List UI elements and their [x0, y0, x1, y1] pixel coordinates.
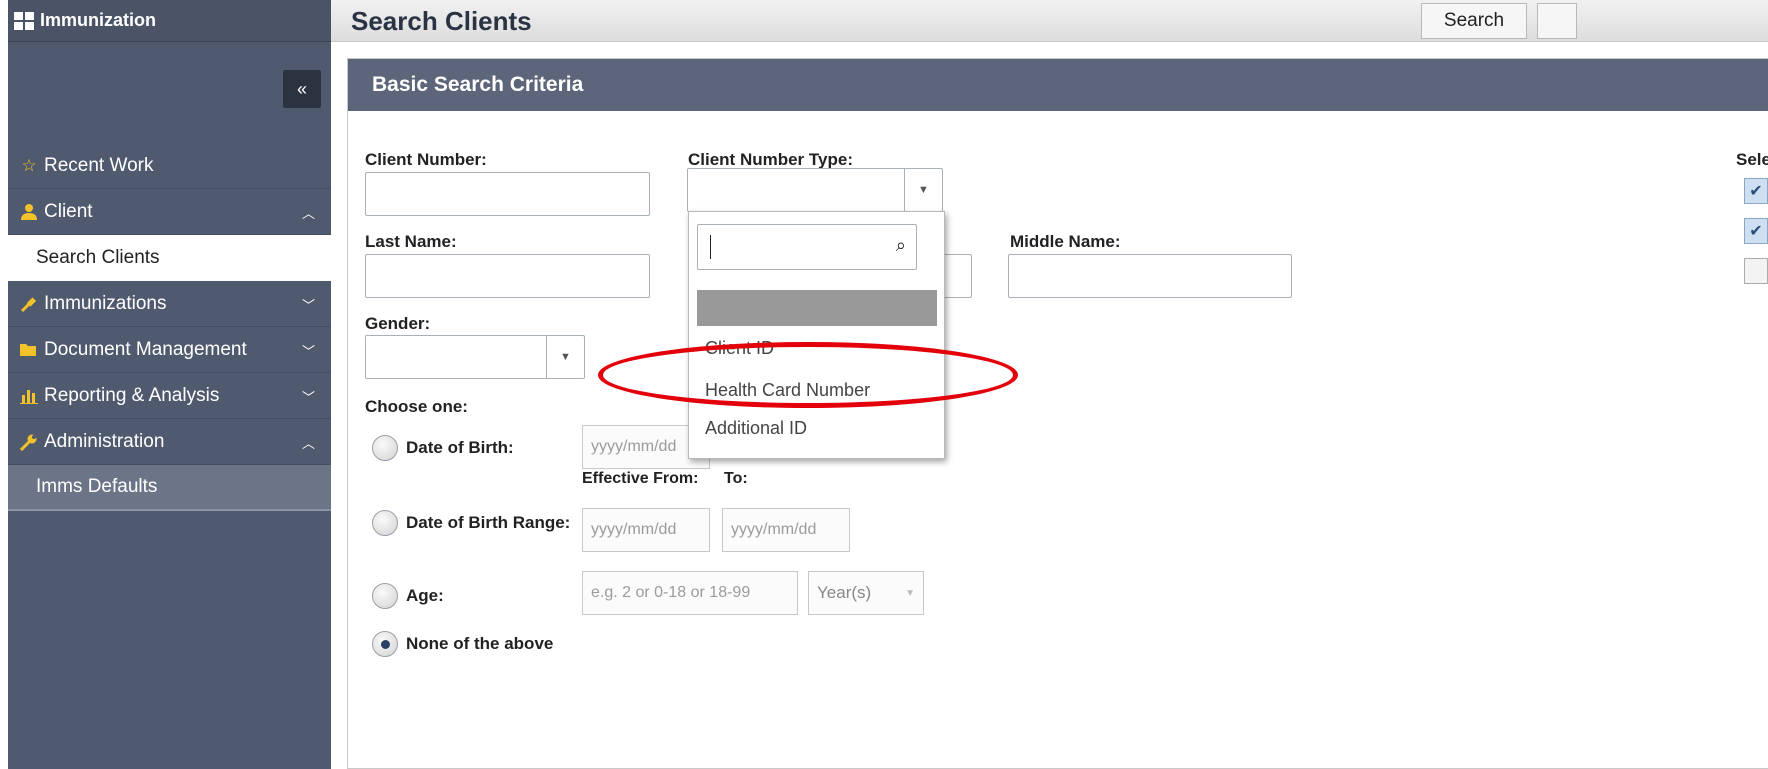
text-cursor	[710, 235, 711, 259]
check-icon: ✔	[1749, 183, 1763, 200]
choose-one-label: Choose one:	[365, 397, 468, 416]
sidebar-item-label: Search Clients	[36, 247, 160, 268]
sidebar-item-reporting-analysis[interactable]: Reporting & Analysis ﹀	[8, 373, 331, 419]
sidebar-item-label: Client	[44, 200, 93, 222]
chevron-down-icon: ﹀	[301, 344, 315, 359]
sidebar-item-administration[interactable]: Administration ︿	[8, 419, 331, 465]
title-bar: Search Clients Search	[331, 0, 1768, 42]
age-unit-value: Year(s)	[817, 583, 872, 602]
page-title: Search Clients	[351, 6, 532, 36]
folder-icon	[18, 342, 40, 357]
client-number-input[interactable]	[365, 172, 650, 216]
star-outline-icon: ☆	[21, 155, 37, 175]
sidebar-item-imms-defaults[interactable]: Imms Defaults	[8, 465, 331, 511]
chevron-down-icon: ﹀	[301, 390, 315, 405]
dob-range-radio[interactable]	[372, 510, 398, 536]
sidebar-item-label: Document Management	[44, 338, 247, 360]
age-unit-select[interactable]: Year(s) ▼	[808, 571, 924, 615]
toolbar-button[interactable]	[1537, 3, 1577, 39]
dob-label: Date of Birth:	[406, 438, 514, 457]
left-margin	[0, 0, 8, 769]
dropdown-option-client-id[interactable]: Client ID	[705, 338, 774, 359]
person-icon	[18, 203, 40, 220]
sidebar-item-client[interactable]: Client ︿	[8, 189, 331, 235]
checkbox-1[interactable]: ✔	[1744, 178, 1768, 204]
syringe-icon	[18, 295, 40, 313]
middle-name-input[interactable]	[1008, 254, 1292, 298]
sidebar-item-label: Imms Defaults	[36, 476, 158, 497]
sidebar-item-recent-work[interactable]: ☆ Recent Work	[8, 143, 331, 189]
sidebar-nav: ☆ Recent Work Client ︿ Search Clients Im…	[8, 143, 331, 511]
client-number-type-label: Client Number Type:	[688, 150, 853, 169]
gender-select[interactable]: ▼	[365, 335, 585, 379]
checkbox-2[interactable]: ✔	[1744, 218, 1768, 244]
client-number-label: Client Number:	[365, 150, 487, 169]
dropdown-search-input[interactable]: ⌕	[697, 224, 917, 270]
sidebar: Immunization « ☆ Recent Work Client ︿ Se…	[8, 0, 331, 769]
effective-from-label: Effective From:	[582, 470, 699, 487]
client-number-type-dropdown: ⌕ Client ID Health Card Number Additiona…	[688, 211, 945, 459]
last-name-input[interactable]	[365, 254, 650, 298]
sidebar-item-label: Administration	[44, 430, 165, 452]
dropdown-option-health-card-number[interactable]: Health Card Number	[705, 380, 870, 401]
sidebar-item-search-clients[interactable]: Search Clients	[8, 235, 331, 281]
age-label: Age:	[406, 586, 444, 605]
app-header: Immunization	[8, 0, 331, 42]
sidebar-item-label: Recent Work	[44, 154, 154, 176]
grid-icon	[14, 11, 34, 30]
sidebar-item-label: Reporting & Analysis	[44, 384, 220, 406]
chevron-up-icon: ︿	[301, 436, 315, 451]
caret-down-icon: ▼	[904, 169, 942, 211]
collapse-sidebar-button[interactable]: «	[283, 70, 321, 108]
dob-range-label: Date of Birth Range:	[406, 513, 571, 532]
search-icon: ⌕	[895, 235, 906, 255]
client-number-type-select[interactable]: ▼	[687, 168, 943, 212]
chevron-down-icon: ﹀	[301, 298, 315, 313]
dob-from-input[interactable]: yyyy/mm/dd	[582, 508, 710, 552]
age-input[interactable]: e.g. 2 or 0-18 or 18-99	[582, 571, 798, 615]
select-label: Sele	[1736, 150, 1768, 169]
search-criteria-panel: Basic Search Criteria	[347, 58, 1768, 769]
sidebar-item-immunizations[interactable]: Immunizations ﹀	[8, 281, 331, 327]
app-title: Immunization	[40, 10, 156, 30]
gender-label: Gender:	[365, 314, 431, 333]
wrench-icon	[18, 433, 40, 451]
panel-title: Basic Search Criteria	[348, 59, 1768, 111]
check-icon: ✔	[1749, 223, 1763, 240]
last-name-label: Last Name:	[365, 232, 457, 251]
checkbox-3[interactable]	[1744, 258, 1768, 284]
dropdown-highlight-option[interactable]	[697, 290, 937, 326]
bar-chart-icon	[18, 388, 40, 404]
none-label: None of the above	[406, 634, 554, 653]
age-radio[interactable]	[372, 583, 398, 609]
sidebar-item-document-management[interactable]: Document Management ﹀	[8, 327, 331, 373]
none-radio[interactable]	[372, 631, 398, 657]
dropdown-option-additional-id[interactable]: Additional ID	[705, 418, 807, 439]
middle-name-label: Middle Name:	[1010, 232, 1121, 251]
sidebar-item-label: Immunizations	[44, 292, 167, 314]
search-button[interactable]: Search	[1421, 3, 1527, 39]
caret-down-icon: ▼	[546, 336, 584, 378]
chevron-up-icon: ︿	[301, 206, 315, 221]
caret-down-icon: ▼	[905, 587, 915, 599]
dob-to-input[interactable]: yyyy/mm/dd	[722, 508, 850, 552]
to-label: To:	[724, 470, 748, 487]
dob-radio[interactable]	[372, 435, 398, 461]
